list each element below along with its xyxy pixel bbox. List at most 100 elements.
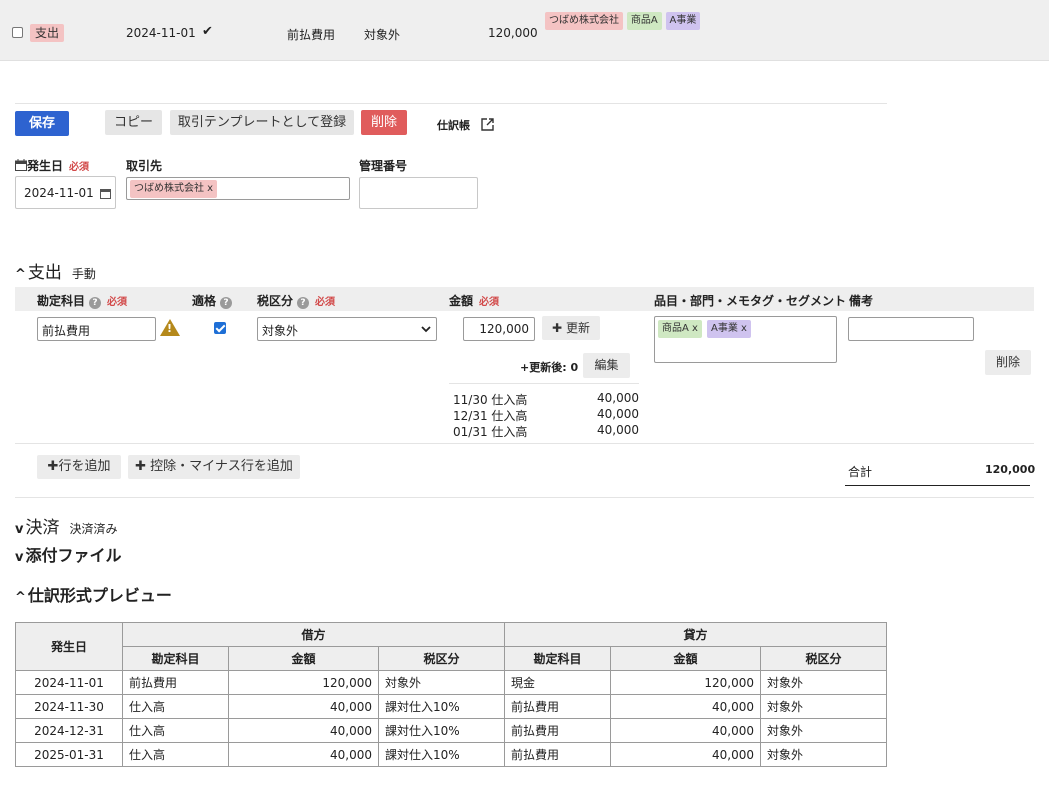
- tags-input[interactable]: 商品A x A事業 x: [654, 316, 837, 363]
- amount-input[interactable]: 120,000: [463, 317, 535, 341]
- note-input[interactable]: [848, 317, 974, 341]
- col-amount: 金額 必須: [449, 292, 499, 309]
- divider: [15, 103, 887, 104]
- delete-button[interactable]: 削除: [361, 110, 407, 135]
- schedule-item: 12/31 仕入高 40,000: [453, 407, 639, 423]
- section-tag: A事業: [665, 12, 701, 30]
- col-qualified-label: 適格: [192, 294, 217, 308]
- header-credit-amount: 金額: [610, 646, 761, 671]
- schedule-list: 11/30 仕入高 40,000 12/31 仕入高 40,000 01/31 仕入…: [453, 391, 639, 439]
- schedule-item: 01/31 仕入高 40,000: [453, 423, 639, 439]
- date-label: 発生日 必須: [15, 157, 89, 174]
- schedule-account: 仕入高: [491, 409, 528, 423]
- cell-credit-tax: 対象外: [760, 670, 887, 695]
- col-account-label: 勘定科目: [37, 294, 86, 308]
- cell-debit-amount: 120,000: [228, 670, 379, 695]
- cell-debit-account: 前払費用: [122, 670, 229, 695]
- journal-link[interactable]: 仕訳帳: [437, 117, 494, 133]
- header-date: 発生日: [15, 622, 123, 671]
- required-badge: 必須: [479, 297, 500, 308]
- cell-credit-amount: 120,000: [610, 670, 761, 695]
- col-note: 備考: [849, 294, 874, 308]
- header-credit-account: 勘定科目: [504, 646, 611, 671]
- update-button-label: 更新: [565, 321, 590, 335]
- add-minus-row-label: 控除・マイナス行を追加: [150, 459, 293, 474]
- partner-chip[interactable]: つばめ株式会社 x: [130, 180, 218, 198]
- date-label-text: 発生日: [27, 159, 64, 173]
- save-button[interactable]: 保存: [15, 111, 69, 136]
- cell-credit-account: 現金: [504, 670, 611, 695]
- section-chip[interactable]: A事業 x: [707, 320, 751, 338]
- col-tax: 税区分? 必須: [257, 292, 335, 309]
- attachments-section-toggle[interactable]: v 添付ファイル: [15, 542, 122, 566]
- expense-section-title: 支出: [27, 263, 62, 283]
- col-tags: 品目・部門・メモタグ・セグメント: [654, 294, 847, 308]
- cell-debit-tax: 対象外: [378, 670, 505, 695]
- add-minus-row-button[interactable]: ✚ 控除・マイナス行を追加: [128, 455, 300, 479]
- chevron-down-icon: [421, 326, 431, 333]
- cell-date: 2024-11-01: [15, 670, 123, 695]
- table-subheader-row: 勘定科目 金額 税区分 勘定科目 金額 税区分: [16, 646, 887, 671]
- expense-section-toggle[interactable]: ^ 支出 手動: [15, 258, 96, 283]
- row-checkbox[interactable]: [12, 27, 23, 38]
- calendar-picker-icon[interactable]: [100, 188, 111, 199]
- transaction-list-row[interactable]: 支出 2024-11-01 ✔ 前払費用 対象外 120,000 つばめ株式会社…: [0, 0, 1049, 61]
- schedule-amount: 40,000: [597, 423, 639, 437]
- table-row: 2024-11-01 前払費用 120,000 対象外 現金 120,000 対…: [15, 670, 887, 695]
- cell-credit-tax: 対象外: [760, 694, 887, 719]
- register-template-button[interactable]: 取引テンプレートとして登録: [170, 110, 354, 135]
- cell-date: 2024-11-30: [15, 694, 123, 719]
- cell-credit-account: 前払費用: [504, 694, 611, 719]
- help-icon[interactable]: ?: [297, 297, 310, 309]
- copy-button[interactable]: コピー: [105, 110, 162, 135]
- cell-date: 2024-12-31: [15, 718, 123, 743]
- date-input[interactable]: 2024-11-01: [15, 176, 116, 209]
- header-debit: 借方: [122, 622, 505, 647]
- help-icon[interactable]: ?: [89, 297, 102, 309]
- header-debit-amount: 金額: [228, 646, 379, 671]
- settlement-title: 決済: [25, 518, 60, 538]
- add-row-button[interactable]: ✚行を追加: [37, 455, 121, 479]
- preview-section-toggle[interactable]: ^ 仕訳形式プレビュー: [15, 582, 172, 606]
- total-label: 合計: [848, 465, 873, 479]
- preview-title: 仕訳形式プレビュー: [27, 586, 172, 605]
- table-row: 2024-11-30 仕入高 40,000 課対仕入10% 前払費用 40,00…: [15, 694, 887, 719]
- item-chip[interactable]: 商品A x: [658, 320, 702, 338]
- col-account: 勘定科目? 必須: [37, 292, 127, 309]
- settlement-section-toggle[interactable]: v 決済 決済済み: [15, 513, 118, 538]
- date-input-value: 2024-11-01: [24, 186, 94, 200]
- journal-preview-table: 発生日 借方 貸方 勘定科目 金額 税区分 勘定科目 金額 税区分 2024-1…: [15, 622, 887, 767]
- table-header-row: 発生日 借方 貸方: [15, 622, 887, 671]
- cell-debit-amount: 40,000: [228, 694, 379, 719]
- row-delete-button[interactable]: 削除: [985, 350, 1031, 375]
- tax-select[interactable]: 対象外: [257, 317, 437, 341]
- plus-icon: ✚: [135, 459, 146, 474]
- plus-icon: ✚: [47, 459, 59, 474]
- schedule-amount: 40,000: [597, 391, 639, 405]
- account-input[interactable]: 前払費用: [37, 317, 156, 341]
- amount-input-value: 120,000: [479, 322, 529, 336]
- help-icon[interactable]: ?: [220, 297, 233, 309]
- cell-credit-tax: 対象外: [760, 718, 887, 743]
- table-row: 2025-01-31 仕入高 40,000 課対仕入10% 前払費用 40,00…: [15, 742, 887, 767]
- edit-button[interactable]: 編集: [583, 353, 630, 378]
- schedule-account: 仕入高: [491, 393, 528, 407]
- partner-input[interactable]: つばめ株式会社 x: [126, 177, 350, 200]
- cell-debit-account: 仕入高: [122, 694, 229, 719]
- cell-credit-account: 前払費用: [504, 718, 611, 743]
- qualified-checkbox[interactable]: [214, 322, 226, 334]
- total-underline: [845, 485, 1030, 486]
- update-button[interactable]: ✚ 更新: [542, 316, 600, 340]
- type-badge: 支出: [30, 24, 65, 42]
- cell-debit-tax: 課対仕入10%: [378, 718, 505, 743]
- col-amount-label: 金額: [449, 294, 474, 308]
- col-qualified: 適格?: [192, 292, 233, 309]
- management-number-input[interactable]: [359, 177, 478, 209]
- cell-debit-amount: 40,000: [228, 742, 379, 767]
- row-tax: 対象外: [364, 28, 401, 42]
- header-debit-account: 勘定科目: [122, 646, 229, 671]
- divider: [15, 497, 1034, 498]
- add-row-label: 行を追加: [58, 459, 111, 474]
- schedule-date: 12/31: [453, 409, 488, 423]
- chevron-up-icon: ^: [15, 267, 26, 282]
